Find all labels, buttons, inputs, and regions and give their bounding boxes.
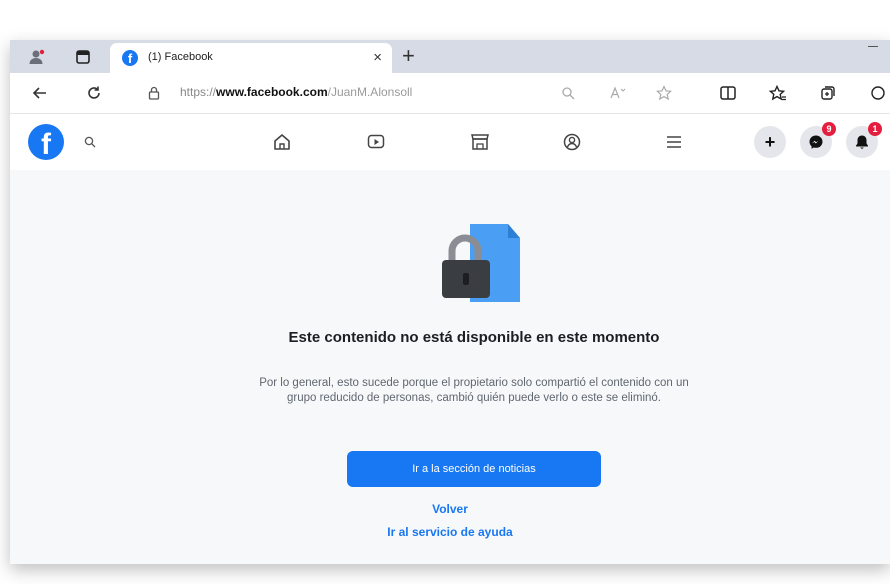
facebook-logo[interactable]: f xyxy=(28,124,64,161)
url-scheme: https:// xyxy=(180,85,217,99)
description-text: Por lo general, esto sucede porque el pr… xyxy=(259,377,689,404)
search-icon[interactable] xyxy=(80,132,100,152)
notifications-button[interactable]: 1 xyxy=(846,122,882,158)
messenger-icon xyxy=(809,135,823,149)
video-icon[interactable] xyxy=(362,128,390,156)
url-path: /JuanM.Alonsoll xyxy=(327,85,413,99)
home-icon[interactable] xyxy=(268,128,296,156)
content-unavailable-panel: Este contenido no está disponible en est… xyxy=(10,170,890,564)
refresh-icon[interactable] xyxy=(82,81,106,105)
groups-icon[interactable] xyxy=(558,128,586,156)
profile-icon[interactable] xyxy=(24,44,50,70)
favorites-icon[interactable] xyxy=(768,83,788,103)
read-aloud-icon[interactable] xyxy=(608,83,628,103)
tab-actions-icon[interactable] xyxy=(70,44,96,70)
messenger-button[interactable]: 9 xyxy=(800,122,836,158)
go-to-news-feed-button[interactable]: Ir a la sección de noticias xyxy=(347,451,601,487)
tab-title: (1) Facebook xyxy=(148,51,213,63)
create-button[interactable]: + xyxy=(754,126,786,158)
collections-icon[interactable] xyxy=(818,83,838,103)
bell-icon xyxy=(856,135,868,149)
help-center-link[interactable]: Ir al servicio de ayuda xyxy=(10,525,890,539)
new-tab-button[interactable]: + xyxy=(402,42,415,70)
plus-icon: + xyxy=(764,131,776,152)
facebook-header: f + 9 1 xyxy=(10,114,890,170)
tab-close-icon[interactable]: × xyxy=(373,49,382,66)
facebook-favicon-icon: f xyxy=(122,50,138,66)
tab-facebook[interactable]: f (1) Facebook × xyxy=(110,43,392,73)
messenger-badge: 9 xyxy=(822,122,836,136)
lock-icon[interactable] xyxy=(144,83,164,103)
address-bar-row: https://www.facebook.com/JuanM.Alonsoll xyxy=(10,73,890,114)
back-link[interactable]: Volver xyxy=(10,502,890,516)
menu-icon[interactable] xyxy=(660,128,688,156)
page-title: Este contenido no está disponible en est… xyxy=(288,329,660,346)
browser-window: f (1) Facebook × + https://www.facebook.… xyxy=(10,40,890,564)
locked-content-illustration xyxy=(442,224,520,302)
notifications-badge: 1 xyxy=(868,122,882,136)
minimize-icon[interactable] xyxy=(868,46,878,47)
back-arrow-icon[interactable] xyxy=(28,81,52,105)
marketplace-icon[interactable] xyxy=(466,128,494,156)
more-tools-icon[interactable] xyxy=(868,83,888,103)
url-field[interactable]: https://www.facebook.com/JuanM.Alonsoll xyxy=(180,85,412,99)
zoom-icon[interactable] xyxy=(558,83,578,103)
url-domain: www.facebook.com xyxy=(216,85,328,99)
favorite-star-icon[interactable] xyxy=(654,83,674,103)
tab-strip: f (1) Facebook × + xyxy=(10,40,890,73)
split-screen-icon[interactable] xyxy=(718,83,738,103)
